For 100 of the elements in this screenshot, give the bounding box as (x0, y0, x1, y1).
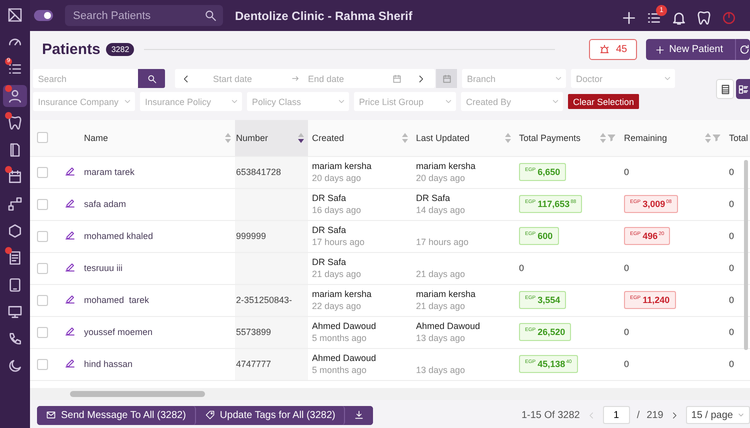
select-all-checkbox[interactable] (37, 132, 48, 144)
relative-time: 21 days ago (416, 269, 466, 279)
row-checkbox[interactable] (37, 198, 48, 210)
search-field[interactable]: Search (38, 70, 133, 87)
patient-name[interactable]: safa adam (84, 199, 126, 209)
select-field[interactable]: Policy Class (252, 93, 334, 110)
user-name: DR Safa (312, 193, 348, 203)
tooth-icon (696, 10, 712, 26)
amount-tag: $^{EGP}$ 3,554 (519, 291, 566, 309)
edit-button[interactable] (64, 197, 76, 209)
notification-badge (5, 85, 12, 92)
patient-name[interactable]: youssef moemen (84, 327, 153, 337)
column-header[interactable]: Remaining (624, 132, 668, 143)
pencil-icon (64, 261, 76, 273)
user-name: DR Safa (312, 257, 348, 267)
edit-button[interactable] (64, 165, 76, 177)
calendar-icon (392, 74, 402, 84)
patient-name[interactable]: mohamed khaled (84, 231, 154, 241)
row-checkbox[interactable] (37, 294, 48, 306)
relative-time: 5 months ago (312, 365, 368, 375)
row-checkbox[interactable] (37, 166, 48, 178)
dropdown[interactable]: Insurance Policy (140, 92, 242, 111)
phone-number: 4747777 (236, 359, 272, 369)
relative-time: 20 days ago (416, 173, 466, 183)
dropdown[interactable]: Policy Class (247, 92, 349, 111)
logo-icon (7, 7, 23, 23)
refresh-button[interactable] (735, 39, 750, 60)
dropdown[interactable]: Created By (461, 92, 563, 111)
clear-selection-button[interactable]: Clear Selection (568, 94, 640, 109)
select-field[interactable]: Price List Group (359, 93, 441, 110)
select-field[interactable]: Created By (466, 93, 548, 110)
dropdown[interactable]: Doctor (571, 69, 675, 88)
alarm-button[interactable]: 45 (588, 39, 638, 60)
column-header[interactable]: Last Updated (416, 132, 470, 143)
column-header[interactable]: Created (312, 132, 344, 143)
page-total: 219 (646, 410, 664, 420)
patient-name[interactable]: mohamed tarek (84, 295, 150, 305)
start-date-field[interactable]: Start date (213, 70, 283, 87)
patient-name[interactable]: hind hassan (84, 359, 133, 369)
search-button[interactable] (138, 69, 165, 88)
select-field[interactable]: Insurance Policy (145, 93, 227, 110)
total-text: 0 (729, 167, 734, 177)
amount-text: 0 (624, 167, 630, 177)
edit-button[interactable] (64, 325, 76, 337)
dropdown[interactable]: Price List Group (354, 92, 456, 111)
row-checkbox[interactable] (37, 326, 48, 338)
dropdown[interactable]: Insurance Company (33, 92, 135, 111)
search-box[interactable]: Search (33, 69, 138, 88)
edit-button[interactable] (64, 261, 76, 273)
user-name: mariam kersha (416, 161, 477, 171)
user-name: mariam kersha (312, 161, 373, 171)
search-field[interactable]: Search Patients (71, 8, 200, 22)
vertical-scrollbar[interactable] (744, 160, 748, 350)
column-header[interactable]: Number (236, 132, 268, 143)
total-text: 0 (729, 295, 734, 305)
relative-time: 17 hours ago (416, 237, 470, 247)
end-date-field[interactable]: End date (308, 70, 378, 87)
chevron-down-icon (737, 411, 745, 419)
chevron-down-icon (337, 97, 346, 106)
row-checkbox[interactable] (37, 358, 48, 370)
relative-time: 13 days ago (416, 333, 466, 343)
page-title: Patients (42, 41, 100, 58)
edit-button[interactable] (64, 229, 76, 241)
column-header[interactable]: Name (84, 132, 108, 143)
bell-icon (671, 10, 687, 26)
select-field[interactable]: Doctor (576, 70, 660, 87)
edit-button[interactable] (64, 293, 76, 305)
new-patient-button[interactable]: New Patient (646, 39, 735, 60)
edit-button[interactable] (64, 357, 76, 369)
chevron-down-icon (230, 97, 239, 106)
select-field[interactable]: Branch (467, 70, 551, 87)
row-checkbox[interactable] (37, 262, 48, 274)
horizontal-scrollbar[interactable] (30, 388, 750, 400)
toggle-switch[interactable] (34, 10, 53, 21)
bulk-action-button[interactable]: Send Message To All (3282) (37, 406, 196, 424)
search-icon (146, 74, 156, 84)
dropdown[interactable]: Branch (462, 69, 566, 88)
amount-text: 0 (624, 359, 630, 369)
tooth-icon (7, 115, 23, 131)
select-field[interactable]: Insurance Company (38, 93, 120, 110)
patient-name[interactable]: maram tarek (84, 167, 135, 177)
page-size-select[interactable]: 15 / page (686, 406, 750, 424)
moon-icon (7, 358, 23, 374)
cards-icon (738, 84, 748, 94)
notification-badge (5, 112, 12, 119)
row-checkbox[interactable] (37, 230, 48, 242)
next-page-button[interactable] (670, 410, 680, 420)
power-icon (721, 10, 737, 26)
patient-name[interactable]: tesruuu iii (84, 263, 123, 273)
monitor-icon (7, 304, 23, 320)
sort-icon[interactable] (298, 132, 304, 143)
tablet-icon (7, 277, 23, 293)
page-input[interactable]: 1 (602, 406, 630, 424)
view-button[interactable] (736, 79, 750, 99)
column-header[interactable]: Total Payments (519, 132, 581, 143)
phone-icon (7, 331, 23, 347)
search-box[interactable]: Search Patients (65, 5, 223, 26)
calendar-icon (7, 169, 23, 185)
envelope-icon (46, 410, 56, 420)
nav-item[interactable] (3, 85, 27, 107)
